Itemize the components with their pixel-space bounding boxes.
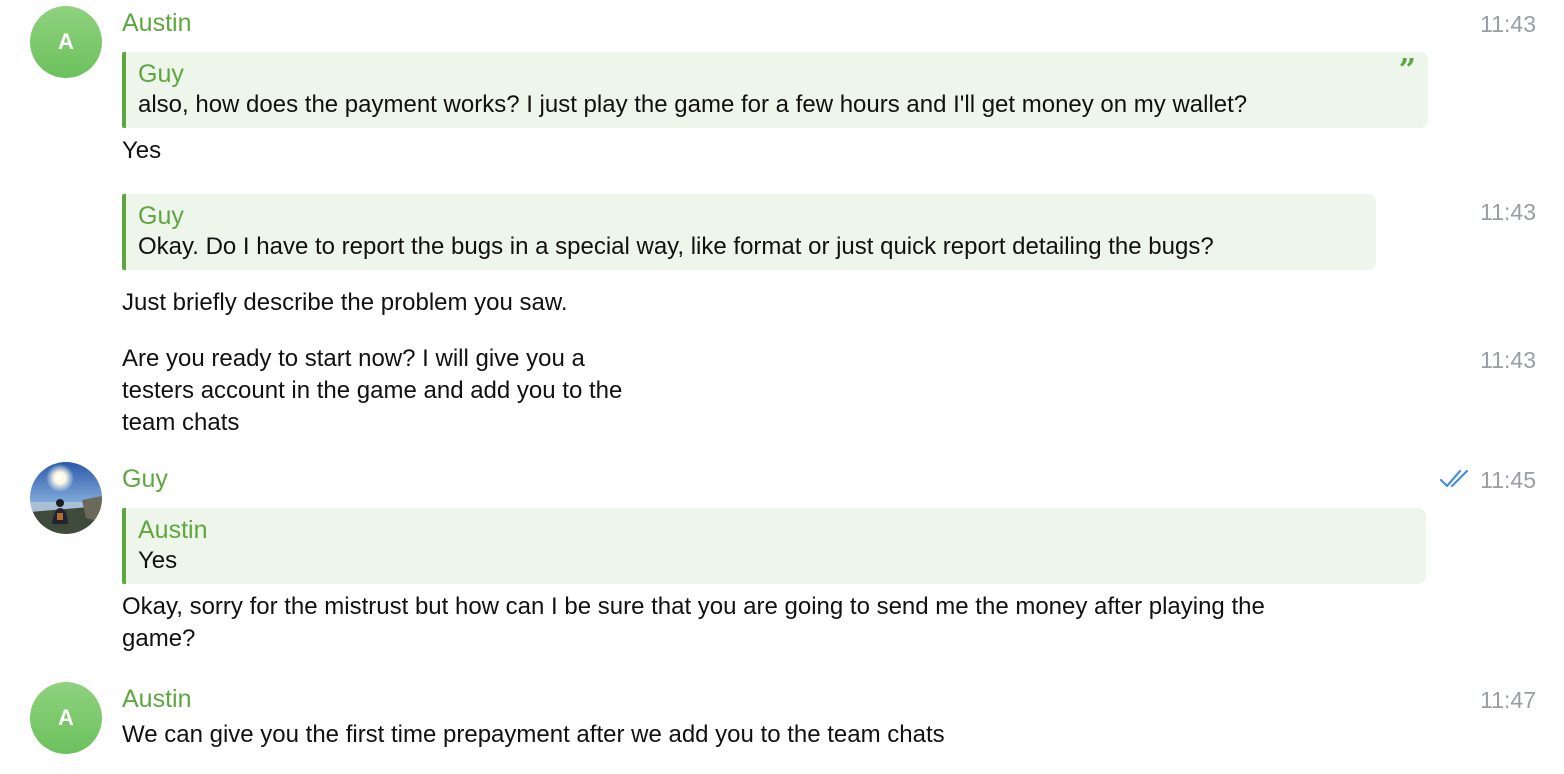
message-time: 11:45: [1480, 467, 1536, 493]
avatar-austin[interactable]: A: [30, 6, 102, 78]
reply-text: Okay. Do I have to report the bugs in a …: [138, 233, 1214, 260]
avatar-initial: A: [58, 705, 74, 730]
message-text: Are you ready to start now? I will give …: [122, 343, 722, 439]
chat-history: A Austin 11:43 Guy also, how does the pa…: [0, 0, 1564, 774]
reply-text: also, how does the payment works? I just…: [138, 91, 1248, 118]
message-text: Okay, sorry for the mistrust but how can…: [122, 591, 1442, 655]
avatar-initial: A: [58, 29, 74, 54]
message-text: We can give you the first time prepaymen…: [122, 721, 945, 748]
message-time: 11:47: [1480, 687, 1536, 713]
reply-quote[interactable]: Guy also, how does the payment works? I …: [122, 52, 1428, 128]
message-line: game?: [122, 625, 196, 652]
quote-icon: ”: [1398, 53, 1416, 88]
sender-name[interactable]: Austin: [122, 684, 191, 714]
message-text: Yes: [122, 137, 162, 164]
message-line: testers account in the game and add you …: [122, 377, 623, 404]
reply-quote[interactable]: Austin Yes: [122, 508, 1426, 584]
message-line: Okay, sorry for the mistrust but how can…: [122, 593, 1265, 620]
double-check-icon: [1440, 469, 1469, 488]
reply-text: Yes: [138, 547, 178, 574]
message-line: Are you ready to start now? I will give …: [122, 345, 585, 372]
message-time: 11:43: [1480, 11, 1536, 37]
reply-author: Austin: [138, 516, 208, 544]
avatar-austin[interactable]: A: [30, 682, 102, 754]
reply-author: Guy: [138, 202, 184, 230]
message-time: 11:43: [1480, 347, 1536, 373]
message-time: 11:43: [1480, 199, 1536, 225]
reply-quote[interactable]: Guy Okay. Do I have to report the bugs i…: [122, 194, 1376, 270]
reply-author: Guy: [138, 60, 184, 88]
avatar-guy[interactable]: [30, 462, 102, 534]
sender-name[interactable]: Guy: [122, 464, 168, 494]
profile-photo: [30, 462, 102, 534]
message-text: Just briefly describe the problem you sa…: [122, 289, 568, 316]
message-line: team chats: [122, 409, 240, 436]
sender-name[interactable]: Austin: [122, 8, 191, 38]
